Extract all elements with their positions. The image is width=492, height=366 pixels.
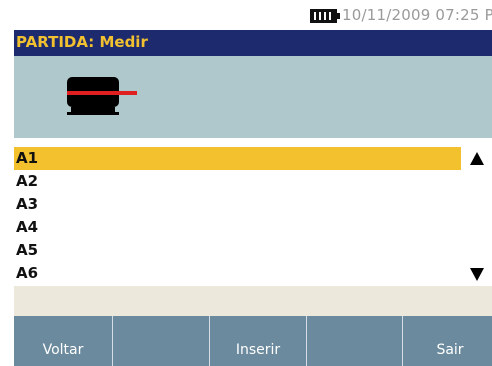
softkey-2[interactable] xyxy=(113,316,210,366)
list-item-a6[interactable]: A6 xyxy=(14,262,461,285)
softkey-label: Voltar xyxy=(42,342,84,358)
motor-icon xyxy=(67,77,137,115)
status-bar: 10/11/2009 07:25 PM xyxy=(14,0,492,30)
softkey-4[interactable] xyxy=(307,316,403,366)
triangle-up-icon[interactable] xyxy=(467,149,487,169)
softkey-bar: Voltar Inserir Sair xyxy=(14,316,492,366)
softkey-inserir[interactable]: Inserir xyxy=(210,316,307,366)
softkey-voltar[interactable]: Voltar xyxy=(14,316,113,366)
meter-screen: 10/11/2009 07:25 PM PARTIDA: Medir A1 A2… xyxy=(14,0,492,366)
item-list[interactable]: A1 A2 A3 A4 A5 A6 xyxy=(14,138,492,286)
image-panel xyxy=(14,56,492,138)
battery-full-icon xyxy=(310,9,340,23)
title-bar: PARTIDA: Medir xyxy=(14,30,492,56)
list-item-a3[interactable]: A3 xyxy=(14,193,461,216)
softkey-label: Inserir xyxy=(235,342,281,358)
triangle-down-icon[interactable] xyxy=(467,264,487,284)
datetime-display: 10/11/2009 07:25 PM xyxy=(342,6,492,24)
list-item-a5[interactable]: A5 xyxy=(14,239,461,262)
list-item-a4[interactable]: A4 xyxy=(14,216,461,239)
list-item-a2[interactable]: A2 xyxy=(14,170,461,193)
softkey-sair[interactable]: Sair xyxy=(403,316,492,366)
softkey-label: Sair xyxy=(436,342,464,358)
info-band xyxy=(14,286,492,316)
list-item-a1[interactable]: A1 xyxy=(14,147,461,170)
page-title: PARTIDA: Medir xyxy=(16,33,148,51)
